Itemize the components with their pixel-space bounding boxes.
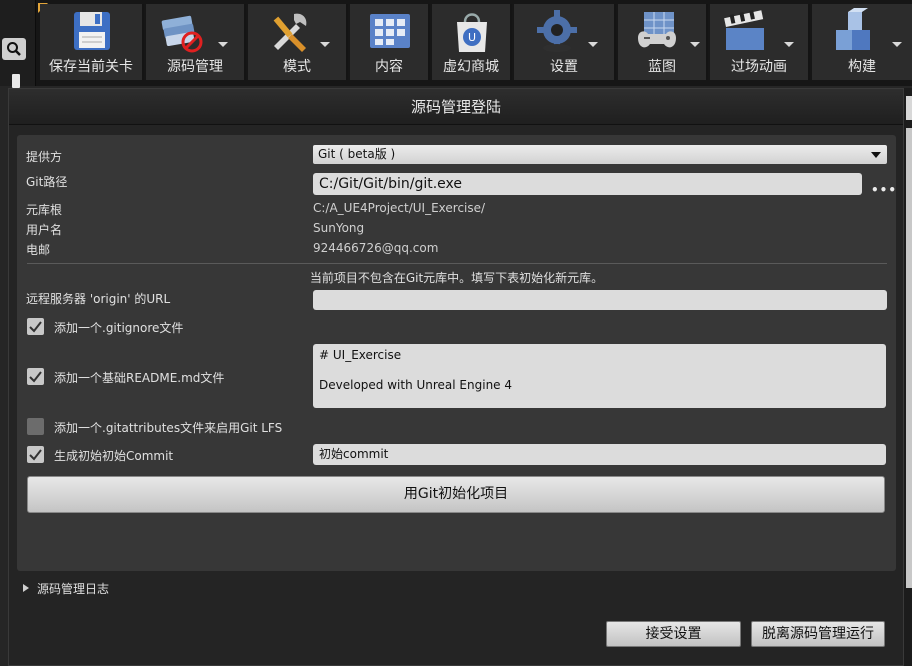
remote-url-label: 远程服务器 'origin' 的URL xyxy=(26,292,171,306)
panel-tab[interactable] xyxy=(906,96,912,120)
repo-root-value: C:/A_UE4Project/UI_Exercise/ xyxy=(313,201,486,215)
save-level-button[interactable]: 保存当前关卡 xyxy=(40,4,144,80)
chevron-down-icon xyxy=(588,42,598,47)
modes-label: 模式 xyxy=(283,59,311,75)
init-notice: 当前项目不包含在Git元库中。填写下表初始化新元库。 xyxy=(309,271,604,285)
chevron-down-icon xyxy=(690,42,700,47)
build-button[interactable]: 构建 xyxy=(812,4,912,80)
source-control-label: 源码管理 xyxy=(167,59,223,75)
build-label: 构建 xyxy=(848,59,876,75)
right-panel-edge xyxy=(904,88,912,666)
remote-url-input[interactable] xyxy=(313,290,887,310)
initial-commit-label: 生成初始初始Commit xyxy=(54,449,174,463)
content-icon xyxy=(370,14,410,48)
content-button[interactable]: 内容 xyxy=(350,4,430,80)
readme-line-2: Developed with Unreal Engine 4 xyxy=(319,378,513,392)
section-divider xyxy=(27,263,887,264)
gitignore-checkbox[interactable] xyxy=(27,318,44,335)
expand-triangle-icon xyxy=(23,584,29,592)
source-control-icon xyxy=(161,15,203,53)
source-control-log-toggle[interactable]: 源码管理日志 xyxy=(23,580,109,597)
provider-label: 提供方 xyxy=(26,150,63,164)
left-panel-strip xyxy=(0,0,36,88)
gitignore-label: 添加一个.gitignore文件 xyxy=(54,321,184,335)
modes-button[interactable]: 模式 xyxy=(248,4,348,80)
panel-handle[interactable] xyxy=(12,74,20,88)
user-label: 用户名 xyxy=(26,223,63,237)
repo-root-label: 元库根 xyxy=(26,203,63,217)
cinematics-icon xyxy=(724,10,764,50)
provider-value: Git ( beta版 ) xyxy=(318,147,396,161)
browse-ellipsis-button[interactable]: ••• xyxy=(871,183,897,197)
build-icon xyxy=(836,8,870,50)
save-level-label: 保存当前关卡 xyxy=(49,59,133,75)
settings-panel: 提供方 Git ( beta版 ) Git路径 C:/Git/Git/bin/g… xyxy=(17,135,896,571)
git-path-input[interactable]: C:/Git/Git/bin/git.exe xyxy=(313,173,862,195)
marketplace-label: 虚幻商城 xyxy=(443,59,499,75)
chevron-down-icon xyxy=(784,42,794,47)
git-path-label: Git路径 xyxy=(26,175,68,189)
marketplace-icon: U xyxy=(457,13,487,52)
check-icon xyxy=(29,371,42,383)
editor-window: 保存当前关卡 源码管理 模式 内容 U 虚幻商城 设置 蓝图 过场动画 构建 源… xyxy=(0,0,912,666)
user-value: SunYong xyxy=(313,221,365,235)
commit-message-input[interactable]: 初始commit xyxy=(313,444,886,465)
chevron-down-icon xyxy=(218,42,228,47)
init-with-git-button[interactable]: 用Git初始化项目 xyxy=(27,476,885,513)
readme-label: 添加一个基础README.md文件 xyxy=(54,371,225,385)
cinematics-label: 过场动画 xyxy=(731,59,787,75)
search-icon[interactable] xyxy=(2,38,26,60)
check-icon xyxy=(29,449,42,461)
blueprints-label: 蓝图 xyxy=(648,59,676,75)
cinematics-button[interactable]: 过场动画 xyxy=(710,4,810,80)
gitattributes-label: 添加一个.gitattributes文件来启用Git LFS xyxy=(54,421,283,435)
email-label: 电邮 xyxy=(26,243,51,257)
source-control-login-dialog: 源码管理登陆 提供方 Git ( beta版 ) Git路径 C:/Git/Gi… xyxy=(8,88,904,666)
run-without-source-control-button[interactable]: 脱离源码管理运行 xyxy=(751,621,885,647)
chevron-down-icon xyxy=(320,42,330,47)
marketplace-button[interactable]: U 虚幻商城 xyxy=(432,4,512,80)
provider-dropdown[interactable]: Git ( beta版 ) xyxy=(313,145,887,164)
check-icon xyxy=(29,321,42,333)
content-label: 内容 xyxy=(375,59,403,75)
email-value: 924466726@qq.com xyxy=(313,241,439,255)
settings-icon xyxy=(537,10,577,52)
svg-text:U: U xyxy=(468,31,476,44)
dialog-title: 源码管理登陆 xyxy=(9,89,903,125)
main-toolbar: 保存当前关卡 源码管理 模式 内容 U 虚幻商城 设置 蓝图 过场动画 构建 xyxy=(0,0,912,88)
chevron-down-icon xyxy=(871,152,881,158)
side-panel-strip xyxy=(906,128,912,588)
readme-textarea[interactable]: # UI_Exercise Developed with Unreal Engi… xyxy=(313,344,886,408)
modes-icon xyxy=(273,13,307,52)
save-icon xyxy=(74,12,110,50)
blueprint-icon xyxy=(638,12,676,48)
blueprints-button[interactable]: 蓝图 xyxy=(618,4,708,80)
accept-settings-button[interactable]: 接受设置 xyxy=(606,621,741,647)
settings-label: 设置 xyxy=(550,59,578,75)
readme-checkbox[interactable] xyxy=(27,368,44,385)
initial-commit-checkbox[interactable] xyxy=(27,446,44,463)
chevron-down-icon xyxy=(892,42,902,47)
readme-line-1: # UI_Exercise xyxy=(319,348,402,362)
source-control-button[interactable]: 源码管理 xyxy=(146,4,246,80)
gitattributes-checkbox[interactable] xyxy=(27,418,44,435)
log-label: 源码管理日志 xyxy=(37,582,110,596)
settings-button[interactable]: 设置 xyxy=(514,4,616,80)
